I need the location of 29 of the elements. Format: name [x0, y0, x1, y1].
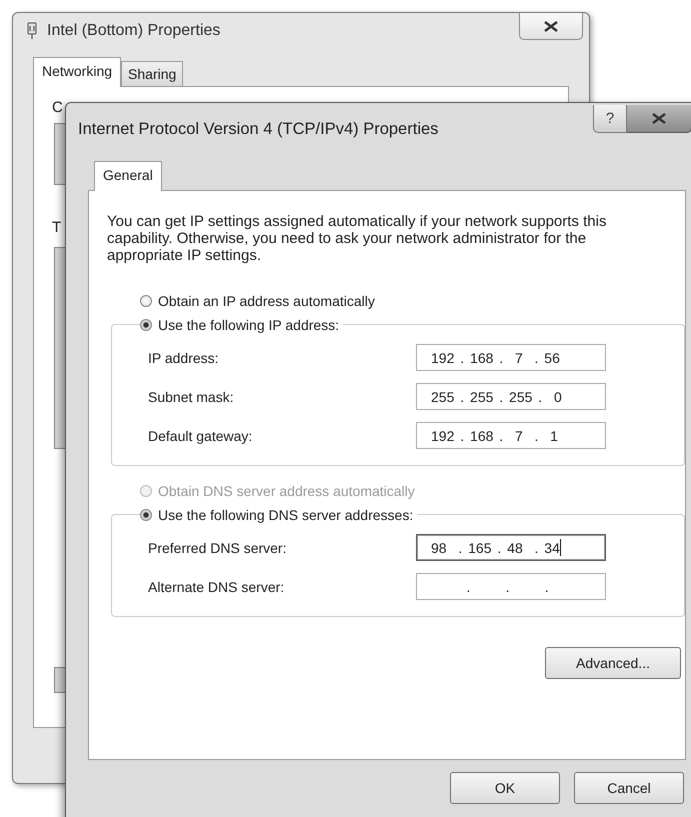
close-icon [652, 113, 666, 124]
radio-button: Obtain DNS server address automatically [140, 480, 667, 502]
tab[interactable]: Networking [33, 57, 122, 87]
field-label: Alternate DNS server: [148, 578, 284, 594]
tab[interactable]: Sharing [121, 61, 184, 87]
field-label: Subnet mask: [148, 388, 234, 404]
ip-address-field[interactable]: 192 . 168 . 7 . 1 [416, 422, 606, 449]
tab[interactable]: General [94, 161, 162, 191]
field-label: Preferred DNS server: [148, 540, 286, 556]
close-button[interactable] [519, 13, 583, 40]
section-label: C [52, 99, 63, 116]
advanced-button[interactable]: Advanced... [545, 647, 681, 679]
field-label: Default gateway: [148, 428, 252, 444]
ip-address-field[interactable]: . . . [416, 573, 606, 600]
ip-address-field[interactable]: 98 . 165 . 48 . 34 [416, 534, 606, 561]
close-button[interactable] [627, 105, 691, 133]
close-icon [544, 20, 558, 32]
ip-address-field[interactable]: 192 . 168 . 7 . 56 [416, 344, 606, 371]
description-text: You can get IP settings assigned automatically if your network supports this capability. Otherwise, you need to ask your network administrator for the appropriate IP settings. [107, 213, 608, 264]
section-label: T [52, 219, 62, 236]
cancel-button[interactable]: Cancel [574, 772, 684, 804]
help-button[interactable]: ? [593, 105, 627, 133]
ok-button[interactable]: OK [450, 772, 560, 804]
radio-button[interactable]: Obtain an IP address automatically [140, 290, 667, 312]
dialog-title: Internet Protocol Version 4 (TCP/IPv4) Properties [78, 120, 438, 138]
ip-address-field[interactable]: 255 . 255 . 255 . 0 [416, 383, 606, 410]
network-adapter-icon [27, 22, 37, 40]
field-label: IP address: [148, 350, 219, 366]
window-title: Intel (Bottom) Properties [47, 22, 220, 40]
